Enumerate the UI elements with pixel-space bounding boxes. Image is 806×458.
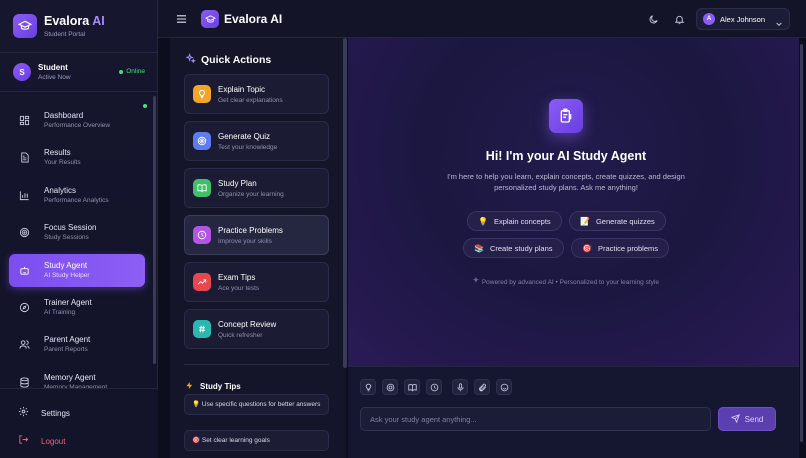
lightbulb-icon	[193, 85, 211, 103]
hash-icon	[193, 320, 211, 338]
send-button[interactable]: Send	[718, 407, 776, 431]
welcome-title: Hi! I'm your AI Study Agent	[485, 149, 647, 163]
brand-subtitle: Student Portal	[44, 31, 86, 38]
book-icon	[193, 179, 211, 197]
quick-action-study-plan[interactable]: Study Plan Organize your learning	[184, 168, 329, 208]
online-badge: Online	[119, 68, 145, 75]
avatar: S	[13, 63, 31, 81]
sidebar-item-analytics[interactable]: Analytics Performance Analytics	[9, 179, 145, 212]
target-icon	[18, 227, 30, 239]
suggestion-chip-create-study-plans[interactable]: 📚 Create study plans	[463, 238, 564, 258]
quick-actions-scrollbar[interactable]	[343, 38, 347, 368]
sparkle-icon	[185, 51, 196, 69]
smiley-icon[interactable]	[496, 379, 512, 395]
chevron-down-icon	[775, 15, 783, 33]
divider	[184, 364, 329, 365]
sparkle-icon	[473, 276, 482, 286]
sidebar-item-parent-agent[interactable]: Parent Agent Parent Reports	[9, 328, 145, 361]
trend-icon	[193, 273, 211, 291]
quick-action-generate-quiz[interactable]: Generate Quiz Test your knowledge	[184, 121, 329, 161]
sidebar-footer: Settings Logout	[0, 388, 158, 458]
theme-toggle-moon-icon[interactable]	[646, 12, 660, 26]
sidebar-scrollbar[interactable]	[153, 96, 156, 364]
suggestion-chip-practice-problems[interactable]: 🎯 Practice problems	[571, 238, 669, 258]
topbar: Evalora AI A Alex Johnson	[158, 0, 806, 38]
user-name: Student	[38, 63, 68, 72]
logout-icon	[18, 432, 29, 450]
welcome-description: I'm here to help you learn, explain conc…	[447, 172, 685, 192]
graduation-cap-icon	[13, 14, 37, 38]
study-tip: 🎯 Set clear learning goals	[184, 430, 329, 451]
bar-chart-icon	[18, 189, 30, 201]
brand-name: Evalora AI	[44, 14, 105, 28]
message-composer: Send	[348, 366, 799, 458]
status-dot	[143, 104, 147, 108]
paperclip-icon[interactable]	[474, 379, 490, 395]
app-title: Evalora AI	[224, 12, 283, 26]
microphone-icon[interactable]	[452, 379, 468, 395]
quick-action-explain-topic[interactable]: Explain Topic Get clear explanations	[184, 74, 329, 114]
user-card: S Student Active Now Online	[13, 63, 145, 81]
study-tips-title: Study Tips	[185, 377, 241, 395]
brand[interactable]: Evalora AI Student Portal	[13, 14, 105, 38]
lightning-icon	[185, 377, 194, 395]
quick-action-practice-problems[interactable]: Practice Problems Improve your skills	[184, 215, 329, 255]
lightbulb-icon[interactable]	[360, 379, 376, 395]
target-icon[interactable]	[382, 379, 398, 395]
compass-icon	[18, 301, 30, 313]
sidebar: Evalora AI Student Portal S Student Acti…	[0, 0, 158, 458]
quick-actions-panel: Quick Actions Explain Topic Get clear exp…	[170, 38, 346, 458]
sidebar-item-results[interactable]: Results Your Results	[9, 141, 145, 174]
divider	[0, 91, 158, 92]
menu-button[interactable]	[172, 11, 190, 27]
document-icon	[18, 152, 30, 164]
compass-icon[interactable]	[426, 379, 442, 395]
study-tip: 💡 Use specific questions for better answ…	[184, 394, 329, 415]
clipboard-icon	[549, 99, 583, 133]
compass-icon	[193, 226, 211, 244]
sidebar-item-dashboard[interactable]: Dashboard Performance Overview	[9, 104, 147, 137]
book-icon[interactable]	[404, 379, 420, 395]
user-menu[interactable]: A Alex Johnson	[696, 8, 790, 30]
powered-by-text: Powered by advanced AI • Personalized to…	[348, 276, 784, 286]
users-icon	[18, 339, 30, 351]
sidebar-item-study-agent[interactable]: Study Agent AI Study Helper	[9, 253, 145, 287]
suggestion-chip-generate-quizzes[interactable]: 📝 Generate quizzes	[569, 211, 666, 231]
sidebar-nav: Dashboard Performance Overview Results You…	[9, 104, 147, 403]
graduation-cap-icon	[201, 10, 219, 28]
quick-action-concept-review[interactable]: Concept Review Quick refresher	[184, 309, 329, 349]
chat-scrollbar[interactable]	[800, 44, 803, 442]
send-icon	[730, 413, 740, 425]
avatar: A	[703, 13, 715, 25]
divider	[0, 52, 158, 53]
quick-actions-title: Quick Actions	[185, 51, 271, 69]
sidebar-item-focus-session[interactable]: Focus Session Study Sessions	[9, 216, 145, 249]
user-name: Alex Johnson	[720, 14, 766, 24]
message-input[interactable]	[360, 407, 711, 431]
logout-button[interactable]: Logout	[18, 432, 65, 450]
bell-icon[interactable]	[672, 12, 686, 26]
database-icon	[18, 376, 30, 388]
sidebar-item-trainer-agent[interactable]: Trainer Agent AI Training	[9, 291, 145, 324]
suggestion-chip-explain-concepts[interactable]: 💡 Explain concepts	[467, 211, 562, 231]
settings-button[interactable]: Settings	[18, 404, 70, 422]
gear-icon	[18, 404, 29, 422]
robot-icon	[18, 264, 30, 276]
target-icon	[193, 132, 211, 150]
quick-action-exam-tips[interactable]: Exam Tips Ace your tests	[184, 262, 329, 302]
user-status: Active Now	[38, 74, 71, 81]
chat-area: Hi! I'm your AI Study Agent I'm here to …	[348, 38, 799, 366]
grid-icon	[18, 115, 30, 127]
